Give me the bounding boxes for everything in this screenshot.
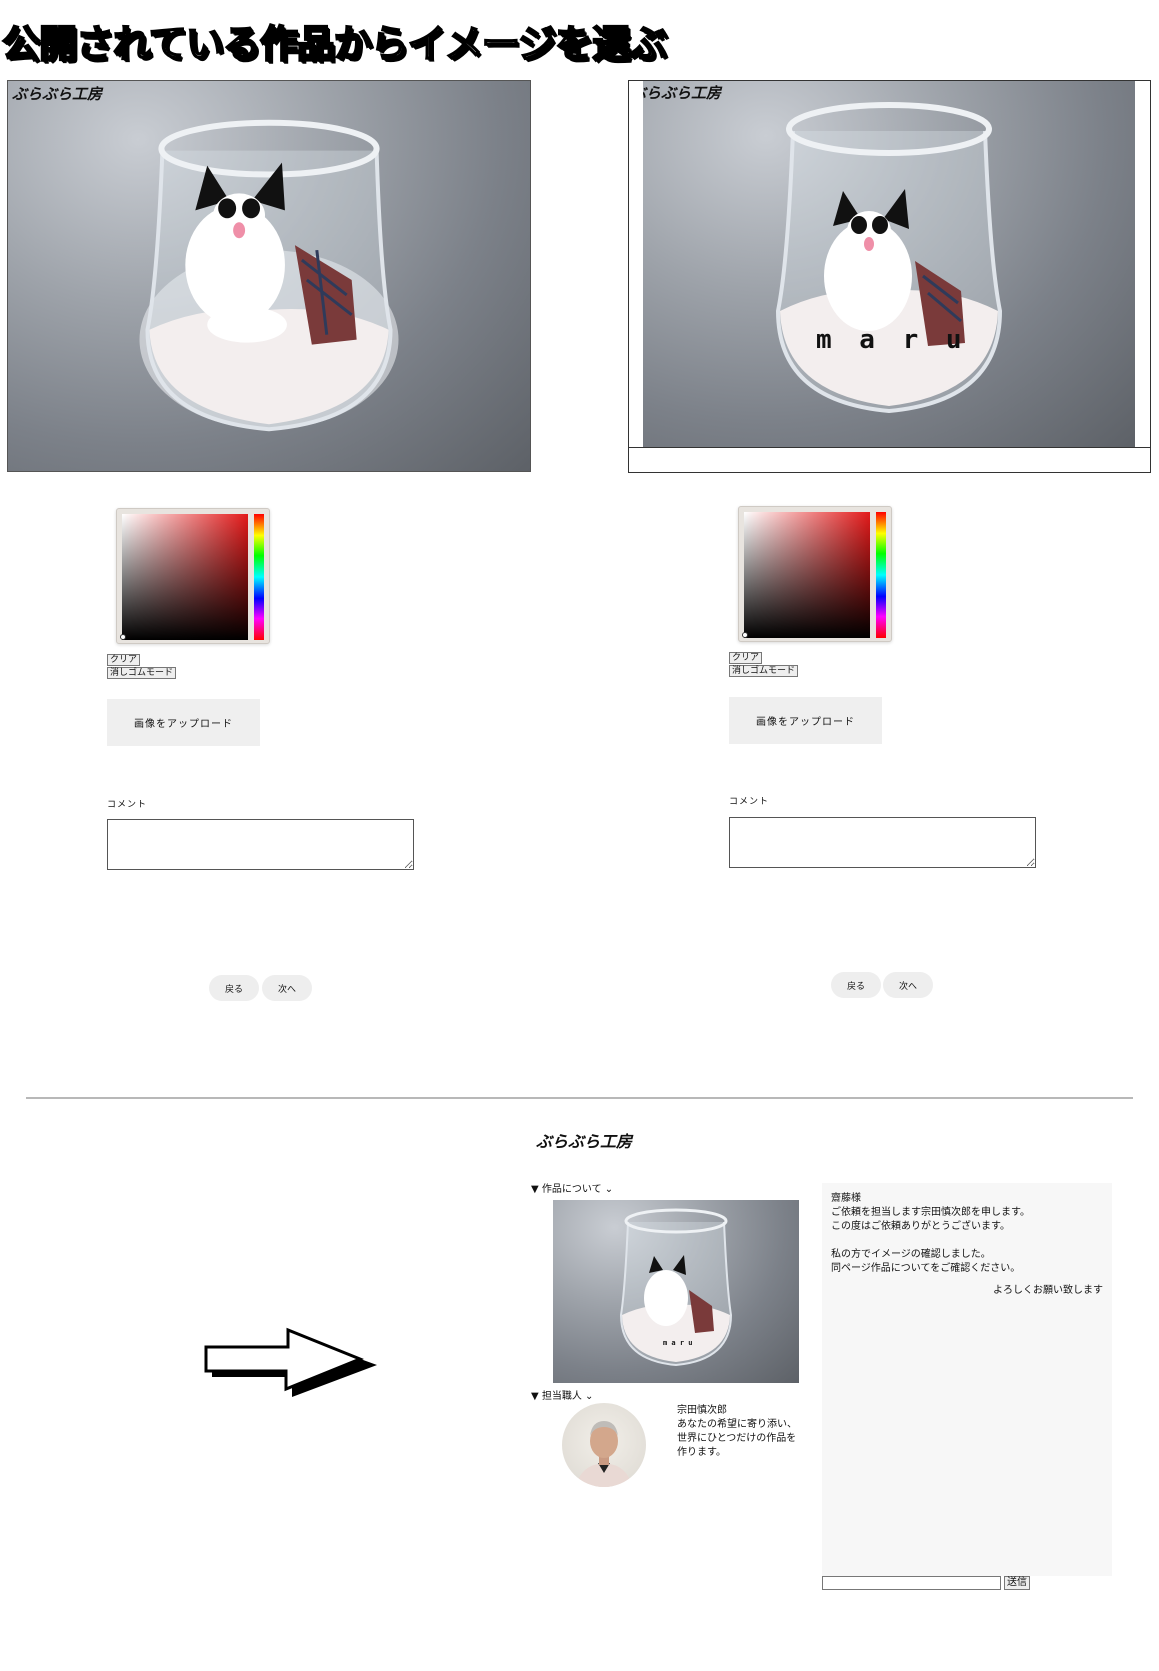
- section-divider: [26, 1097, 1133, 1099]
- comment-input[interactable]: [729, 817, 1036, 868]
- clear-button[interactable]: クリア: [107, 654, 141, 666]
- comment-label: コメント: [729, 797, 770, 807]
- next-button[interactable]: 次へ: [262, 975, 312, 1001]
- message-line: 私の方でイメージの確認しました。: [831, 1249, 991, 1260]
- craftsman-bio: あなたの希望に寄り添い、世界にひとつだけの作品を作ります。: [677, 1419, 797, 1458]
- message-line: ご依頼を担当します宗田慎次郎を申します。: [831, 1207, 1030, 1218]
- glass-photo-right: ぶらぶら工房 m a r u: [643, 81, 1135, 447]
- message-line: この度はご依頼ありがとうございます。: [831, 1221, 1010, 1232]
- craftsman-name: 宗田慎次郎: [677, 1405, 727, 1416]
- upload-image-button[interactable]: 画像をアップロード: [729, 697, 882, 744]
- thumbnail-engraved-name: m a r u: [663, 1339, 693, 1347]
- glass-photo-left: ぶらぶら工房: [7, 80, 531, 472]
- next-button[interactable]: 次へ: [883, 972, 933, 998]
- message-closing: よろしくお願い致します: [993, 1285, 1103, 1296]
- brand-logo: ぶらぶら工房: [643, 84, 722, 102]
- back-button[interactable]: 戻る: [831, 972, 881, 998]
- craftsman-toggle[interactable]: ▼ 担当職人 ⌄: [531, 1387, 593, 1402]
- color-picker[interactable]: [116, 508, 270, 644]
- brand-logo: ぶらぶら工房: [12, 85, 103, 103]
- message-thread: 齋藤様 ご依頼を担当します宗田慎次郎を申します。 この度はご依頼ありがとうござい…: [822, 1183, 1112, 1576]
- upload-image-button[interactable]: 画像をアップロード: [107, 699, 260, 746]
- comment-input[interactable]: [107, 819, 414, 870]
- glass-with-dog-and-text-image: [775, 102, 1003, 414]
- preview-frame-line: [628, 447, 1151, 448]
- send-button[interactable]: 送信: [1004, 1576, 1030, 1590]
- eraser-mode-button[interactable]: 消しゴムモード: [729, 665, 799, 677]
- page-heading: 公開されている作品からイメージを選ぶ: [1, 21, 668, 67]
- craftsman-avatar: [562, 1403, 646, 1487]
- eraser-mode-button[interactable]: 消しゴムモード: [107, 667, 177, 679]
- color-picker[interactable]: [738, 506, 892, 642]
- hue-slider[interactable]: [876, 512, 886, 638]
- glass-with-dog-image: [139, 119, 399, 432]
- comment-label: コメント: [107, 800, 148, 810]
- back-button[interactable]: 戻る: [209, 975, 259, 1001]
- message-input[interactable]: [822, 1576, 1001, 1590]
- engraved-name: m a r u: [816, 325, 968, 355]
- message-line: 同ページ作品についてをご確認ください。: [831, 1263, 1021, 1274]
- about-work-toggle[interactable]: ▼ 作品について ⌄: [531, 1180, 613, 1195]
- craftsman-info: 宗田慎次郎 あなたの希望に寄り添い、世界にひとつだけの作品を作ります。: [677, 1404, 805, 1460]
- color-saturation-area[interactable]: [122, 514, 248, 640]
- color-saturation-area[interactable]: [744, 512, 870, 638]
- clear-button[interactable]: クリア: [729, 652, 763, 664]
- right-arrow-icon: [204, 1327, 377, 1397]
- work-thumbnail: m a r u: [553, 1200, 799, 1383]
- color-picker-handle[interactable]: [120, 634, 126, 640]
- craftsman-photo: [576, 1421, 632, 1487]
- brand-logo-result: ぶらぶら工房: [536, 1132, 633, 1151]
- message-salutation: 齋藤様: [831, 1193, 861, 1204]
- hue-slider[interactable]: [254, 514, 264, 640]
- color-picker-handle[interactable]: [742, 632, 748, 638]
- glass-thumbnail-image: [619, 1208, 733, 1367]
